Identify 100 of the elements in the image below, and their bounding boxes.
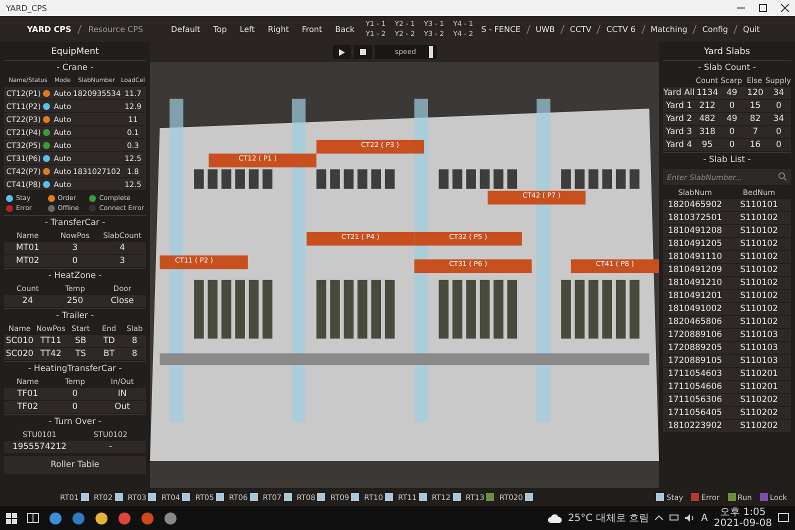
table-cell-text: 1810372501: [666, 213, 724, 223]
table-cell-text: S110201: [739, 382, 779, 392]
table-cell-text: 1820465902: [666, 200, 724, 210]
table-cell-text: TT11: [39, 336, 62, 346]
app-icon[interactable]: [141, 512, 154, 524]
menu-item[interactable]: CCTV 6: [604, 24, 638, 34]
maximize-icon[interactable]: [759, 4, 767, 12]
table-cell-text: 34: [772, 114, 786, 124]
table-cell-text: 0: [774, 127, 782, 137]
table-cell-text: MT02: [14, 256, 40, 266]
table-cell-text: S110102: [739, 226, 779, 236]
network-icon[interactable]: [669, 514, 680, 522]
table-cell-text: 1810491208: [666, 226, 724, 236]
table-cell-text: 212: [698, 101, 716, 111]
app-icon[interactable]: [95, 512, 108, 524]
table-cell-text: S110102: [739, 265, 779, 275]
table-cell-text: S110103: [739, 356, 779, 366]
table-cell-text: 16: [748, 140, 762, 150]
table-cell-text: TF01: [16, 389, 40, 399]
view-button[interactable]: Back: [330, 22, 360, 36]
table-cell-text: 0: [71, 402, 79, 412]
menu-item[interactable]: CCTV: [568, 24, 594, 34]
table-cell-text: 3: [71, 243, 79, 253]
table-cell-text: 1810491210: [666, 278, 724, 288]
menu-item[interactable]: UWB: [534, 24, 557, 34]
slider-thumb[interactable]: [429, 46, 434, 58]
table-cell-text: 318: [698, 127, 716, 137]
table-cell-text: 15: [748, 101, 762, 111]
menu-item[interactable]: Quit: [741, 24, 762, 34]
menu-item[interactable]: Config: [700, 24, 730, 34]
table-cell-text: S110202: [739, 421, 779, 431]
play-button[interactable]: [332, 45, 350, 59]
section-title: - Crane -: [4, 60, 146, 75]
menu-item[interactable]: Matching: [648, 24, 690, 34]
view-button[interactable]: Default: [166, 22, 206, 36]
section-title: - Slab Count -: [663, 60, 791, 75]
window-title: YARD_CPS: [6, 4, 47, 12]
menu-item[interactable]: S - FENCE: [479, 24, 523, 34]
table-cell-text: 1720889106: [666, 330, 724, 340]
app-icon[interactable]: [164, 512, 177, 524]
view-button[interactable]: Top: [208, 22, 232, 36]
notification-icon[interactable]: [778, 513, 789, 523]
table-cell-text: 0: [71, 256, 79, 266]
view-button[interactable]: Left: [234, 22, 260, 36]
section-title: - Turn Over -: [4, 414, 146, 429]
table-cell-text: TF02: [16, 402, 40, 412]
table-cell-text: S110102: [739, 317, 779, 327]
table-cell-text: 1720889205: [666, 343, 724, 353]
table-cell-text: S110101: [739, 200, 779, 210]
table-cell-text: S110102: [739, 239, 779, 249]
table-cell-text: S110103: [739, 343, 779, 353]
weather-text: 25°C 대체로 흐림: [568, 512, 650, 525]
table-cell-text: 1711056306: [666, 395, 724, 405]
windows-logo-icon[interactable]: [6, 512, 17, 524]
app-icon[interactable]: [72, 512, 85, 524]
section-title: - HeatingTransferCar -: [4, 361, 146, 376]
breadcrumb-link[interactable]: Resource CPS: [85, 24, 146, 34]
task-view-icon[interactable]: [27, 513, 39, 523]
close-icon[interactable]: [781, 4, 789, 12]
table-cell-text: S110103: [739, 330, 779, 340]
speaker-icon[interactable]: [685, 514, 696, 522]
table-cell-text: 4: [118, 243, 126, 253]
table-cell-text: 82: [748, 114, 762, 124]
table-cell-text: Out: [114, 402, 132, 412]
view-button[interactable]: Front: [296, 22, 328, 36]
clock-time: 오후 1:05: [720, 507, 766, 518]
table-cell-text: SC020: [4, 349, 34, 359]
row-header: Yard All: [663, 88, 695, 98]
table-cell-text: S110102: [739, 278, 779, 288]
table-cell-text: TD: [102, 336, 116, 346]
table-cell-text: 0: [774, 140, 782, 150]
section-title: - Slab List -: [663, 152, 791, 167]
table-cell-text: 49: [726, 114, 738, 124]
app-icon[interactable]: [49, 512, 62, 524]
breadcrumb-link[interactable]: YARD CPS: [24, 24, 74, 34]
row-header: Yard 1: [664, 101, 694, 111]
input-method-indicator[interactable]: A: [701, 512, 708, 524]
app-icon[interactable]: [118, 512, 131, 524]
clock-date: 2021-09-08: [714, 518, 772, 529]
table-cell-text: 49: [726, 88, 738, 98]
table-cell-text: S110102: [739, 304, 779, 314]
table-cell-text: SB: [74, 336, 88, 346]
table-cell-text: 95: [700, 140, 714, 150]
stop-button[interactable]: [354, 45, 372, 59]
table-cell-text: S110102: [739, 213, 779, 223]
table-cell-text: 7: [752, 127, 759, 137]
table-cell-text: 1810491110: [666, 252, 724, 262]
chevron-up-icon[interactable]: [655, 515, 664, 521]
table-cell-text: 3: [118, 256, 126, 266]
table-cell-text: S110102: [739, 252, 779, 262]
table-cell-text: 0: [774, 101, 782, 111]
roller-table-label: Roller Table: [4, 456, 146, 474]
view-button[interactable]: Right: [262, 22, 294, 36]
table-cell-text: S110202: [739, 408, 779, 418]
table-cell-text: 1720889105: [666, 356, 724, 366]
table-cell-text: 0: [728, 101, 736, 111]
table-cell-text: 482: [698, 114, 716, 124]
table-cell-text: MT01: [14, 243, 40, 253]
section-title: - HeatZone -: [4, 268, 146, 283]
table-cell-text: 1711056405: [666, 408, 724, 418]
